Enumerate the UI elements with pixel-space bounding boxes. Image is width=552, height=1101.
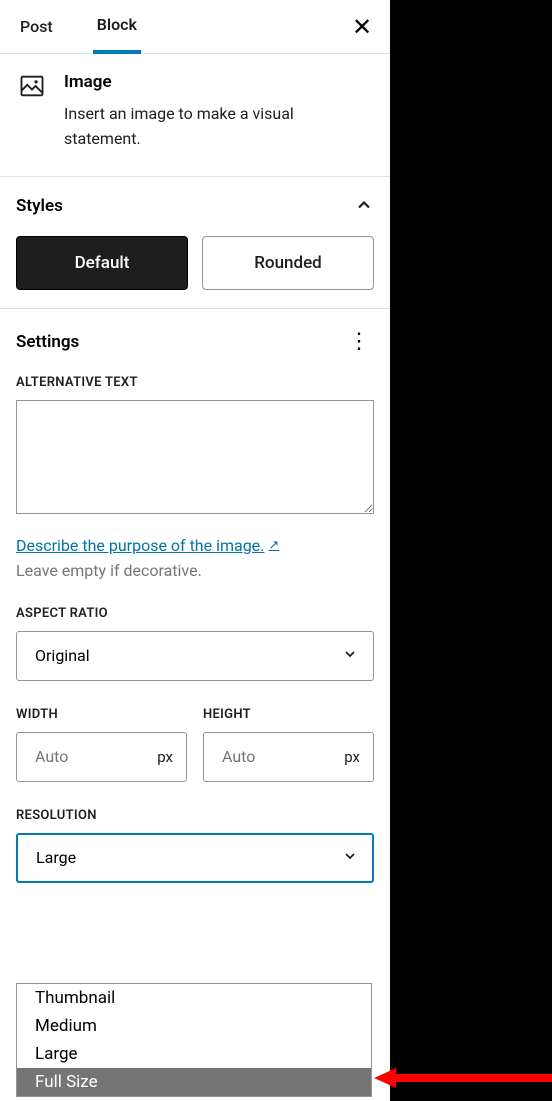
resolution-select[interactable]: Large xyxy=(16,833,374,883)
decorative-help-text: Leave empty if decorative. xyxy=(16,561,374,580)
width-unit: px xyxy=(157,748,173,766)
alt-text-input[interactable] xyxy=(16,400,374,514)
style-default-button[interactable]: Default xyxy=(16,236,188,290)
styles-header[interactable]: Styles xyxy=(16,195,374,218)
resolution-dropdown: Thumbnail Medium Large Full Size xyxy=(16,983,372,1097)
styles-section: Styles Default Rounded xyxy=(0,177,390,309)
tab-post[interactable]: Post xyxy=(16,0,57,54)
resolution-option-full-size[interactable]: Full Size xyxy=(17,1068,371,1096)
width-column: Width px xyxy=(16,707,187,782)
sidebar-tabs: Post Block ✕ xyxy=(0,0,390,54)
style-rounded-button[interactable]: Rounded xyxy=(202,236,374,290)
aspect-ratio-select[interactable]: Original xyxy=(16,631,374,681)
close-icon: ✕ xyxy=(352,13,372,41)
height-label: Height xyxy=(203,707,374,722)
block-title: Image xyxy=(64,72,372,92)
block-settings-panel: Post Block ✕ Image Insert an image to ma… xyxy=(0,0,390,1101)
arrow-body xyxy=(392,1074,552,1082)
alt-text-label: Alternative Text xyxy=(16,375,374,390)
resolution-value: Large xyxy=(16,833,374,883)
resolution-label: Resolution xyxy=(16,808,374,823)
settings-title: Settings xyxy=(16,332,79,352)
settings-more-button[interactable]: ⋮ xyxy=(344,327,374,357)
styles-title: Styles xyxy=(16,196,63,216)
resolution-block: Resolution Large xyxy=(16,808,374,883)
width-label: Width xyxy=(16,707,187,722)
height-unit: px xyxy=(344,748,360,766)
close-panel-button[interactable]: ✕ xyxy=(350,15,374,39)
describe-image-link-text: Describe the purpose of the image. xyxy=(16,536,264,555)
tab-block[interactable]: Block xyxy=(93,0,141,54)
block-info: Image Insert an image to make a visual s… xyxy=(0,54,390,177)
block-description: Insert an image to make a visual stateme… xyxy=(64,102,372,152)
more-vertical-icon: ⋮ xyxy=(348,329,370,354)
resolution-option-large[interactable]: Large xyxy=(17,1040,371,1068)
settings-header: Settings ⋮ xyxy=(16,327,374,357)
external-link-icon: ↗ xyxy=(268,538,279,553)
dimensions-row: Width px Height px xyxy=(16,707,374,782)
annotation-overlay xyxy=(390,0,552,1101)
image-block-icon xyxy=(18,72,46,100)
aspect-ratio-value: Original xyxy=(16,631,374,681)
resolution-option-medium[interactable]: Medium xyxy=(17,1012,371,1040)
height-column: Height px xyxy=(203,707,374,782)
chevron-up-icon xyxy=(354,195,374,218)
describe-image-link[interactable]: Describe the purpose of the image. ↗ xyxy=(16,536,279,555)
resolution-option-thumbnail[interactable]: Thumbnail xyxy=(17,984,371,1012)
style-buttons: Default Rounded xyxy=(16,236,374,290)
aspect-ratio-label: Aspect Ratio xyxy=(16,606,374,621)
annotation-arrow xyxy=(374,1071,552,1085)
block-info-text: Image Insert an image to make a visual s… xyxy=(64,72,372,152)
